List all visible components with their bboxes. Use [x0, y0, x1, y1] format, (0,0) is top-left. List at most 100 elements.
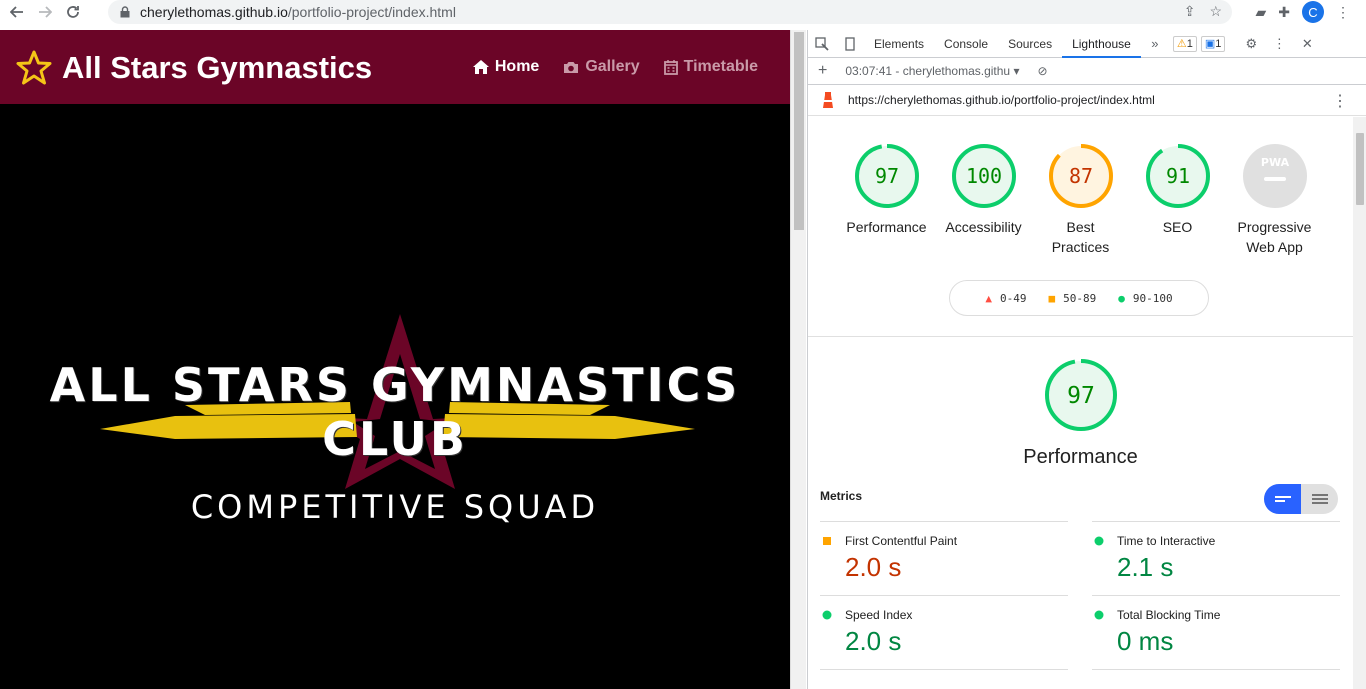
gauge-performance[interactable]: 97 Performance	[838, 143, 935, 257]
url-text: cherylethomas.github.io/portfolio-projec…	[140, 4, 456, 20]
devtools-menu-icon[interactable]: ⋮	[1265, 30, 1293, 58]
issues-icon: ▣	[1204, 37, 1216, 50]
inspect-element-icon[interactable]	[808, 30, 836, 58]
svg-text:91: 91	[1165, 164, 1189, 188]
reload-icon	[67, 6, 79, 18]
report-select[interactable]: 03:07:41 - cherylethomas.githu ▾	[845, 64, 1019, 78]
site-nav: Home Gallery Timetable	[472, 58, 758, 76]
svg-text:PWA: PWA	[1260, 156, 1289, 169]
browser-toolbar: cherylethomas.github.io/portfolio-projec…	[0, 0, 1366, 24]
gauge-ring: 91	[1145, 144, 1210, 208]
pwa-badge-icon: PWA	[1242, 144, 1307, 208]
report-url[interactable]: https://cherylethomas.github.io/portfoli…	[848, 93, 1155, 107]
share-icon[interactable]: ⇪	[1184, 3, 1196, 20]
more-tabs-icon[interactable]: »	[1141, 30, 1169, 58]
svg-text:87: 87	[1068, 164, 1092, 188]
pass-circle-icon	[822, 610, 832, 620]
address-bar[interactable]: cherylethomas.github.io/portfolio-projec…	[108, 0, 1232, 24]
home-icon	[472, 60, 489, 74]
score-legend: ▲ 0-49 ■ 50-89 ● 90-100	[949, 280, 1209, 316]
gauge-seo[interactable]: 91 SEO	[1129, 143, 1226, 257]
gauge-ring: 97	[854, 144, 919, 208]
pass-circle-icon	[1094, 610, 1104, 620]
metrics-heading: Metrics	[820, 489, 863, 503]
metric-fcp: First Contentful Paint 2.0 s	[820, 521, 1068, 583]
kebab-menu-icon[interactable]: ⋮	[1336, 4, 1350, 21]
detailed-view-icon[interactable]	[1301, 484, 1338, 514]
gauge-ring: 100	[951, 144, 1016, 208]
new-report-icon[interactable]: +	[818, 62, 827, 80]
page-scrollbar-thumb[interactable]	[794, 32, 804, 230]
metric-value: 0 ms	[1117, 626, 1174, 656]
devtools-tabbar: Elements Console Sources Lighthouse » ⚠1…	[808, 30, 1366, 58]
issues-badge[interactable]: ▣1	[1200, 35, 1226, 52]
warnings-badge[interactable]: ⚠1	[1172, 35, 1197, 52]
metric-row-partial	[1092, 669, 1340, 689]
profile-avatar[interactable]: C	[1302, 1, 1324, 23]
lighthouse-icon	[823, 92, 833, 108]
report-scrollbar[interactable]	[1353, 117, 1366, 689]
settings-gear-icon[interactable]: ⚙	[1237, 30, 1265, 58]
calendar-icon	[663, 59, 678, 75]
warning-icon: ⚠	[1176, 37, 1187, 50]
puzzle-icon[interactable]: ✚	[1278, 4, 1290, 21]
clear-icon[interactable]: ⊘	[1037, 64, 1047, 78]
gauge-label: Accessibility	[945, 219, 1022, 235]
tab-elements[interactable]: Elements	[864, 30, 934, 58]
metrics-view-toggle[interactable]	[1264, 484, 1338, 514]
bookmark-star-icon[interactable]: ☆	[1209, 3, 1222, 20]
back-button[interactable]	[6, 1, 28, 23]
tab-sources[interactable]: Sources	[998, 30, 1062, 58]
star-icon	[16, 50, 52, 85]
hero-subtitle: COMPETITIVE SQUAD	[190, 488, 600, 526]
performance-title: Performance	[1023, 446, 1138, 468]
camera-icon	[564, 61, 579, 73]
close-devtools-icon[interactable]: ✕	[1293, 30, 1321, 58]
nav-timetable-label: Timetable	[683, 58, 758, 75]
legend-pass: ● 90-100	[1118, 291, 1173, 305]
lighthouse-report: 97 Performance 100 Accessibility 87 Best…	[808, 117, 1353, 689]
lighthouse-toolbar: + 03:07:41 - cherylethomas.githu ▾ ⊘	[808, 58, 1366, 85]
metric-value: 2.1 s	[1117, 552, 1174, 582]
tab-lighthouse[interactable]: Lighthouse	[1062, 30, 1141, 58]
nav-home[interactable]: Home	[472, 58, 540, 76]
nav-gallery-label: Gallery	[585, 58, 640, 75]
forward-button[interactable]	[34, 1, 56, 23]
report-scrollbar-thumb[interactable]	[1356, 133, 1364, 205]
metric-row-partial	[820, 669, 1068, 689]
site-brand[interactable]: All Stars Gymnastics	[16, 50, 372, 86]
nav-gallery[interactable]: Gallery	[563, 58, 640, 76]
device-toggle-icon[interactable]	[836, 30, 864, 58]
section-divider	[808, 336, 1353, 337]
lock-icon	[120, 6, 130, 18]
reload-button[interactable]	[62, 1, 84, 23]
tab-console[interactable]: Console	[934, 30, 998, 58]
page-scrollbar[interactable]	[790, 30, 806, 689]
website-viewport: All Stars Gymnastics Home Gallery Timeta…	[0, 30, 790, 689]
gauge-accessibility[interactable]: 100 Accessibility	[935, 143, 1032, 257]
performance-summary: 97 Performance	[808, 357, 1353, 469]
nav-timetable[interactable]: Timetable	[663, 58, 758, 76]
performance-gauge: 97	[1044, 359, 1117, 431]
hero-section: ALL STARS GYMNASTICS CLUB COMPETITIVE SQ…	[0, 104, 790, 689]
gauge-best-practices[interactable]: 87 Best Practices	[1032, 143, 1129, 257]
metric-value: 2.0 s	[845, 552, 902, 582]
svg-text:97: 97	[1067, 383, 1095, 409]
arrow-right-icon	[39, 6, 52, 18]
gauge-pwa[interactable]: PWA Progressive Web App	[1226, 143, 1323, 257]
metric-speed-index: Speed Index 2.0 s	[820, 595, 1068, 657]
arrow-left-icon	[10, 6, 23, 18]
average-square-icon	[823, 537, 831, 545]
legend-average: ■ 50-89	[1048, 291, 1097, 305]
gauge-label: Progressive Web App	[1237, 219, 1312, 255]
gauge-label: SEO	[1162, 219, 1193, 235]
devtools-panel: Elements Console Sources Lighthouse » ⚠1…	[807, 30, 1366, 689]
metric-tti: Time to Interactive 2.1 s	[1092, 521, 1340, 583]
summary-view-icon[interactable]	[1264, 484, 1301, 514]
hero-title: ALL STARS GYMNASTICS CLUB	[49, 358, 741, 466]
gauge-label: Best Practices	[1051, 219, 1110, 255]
extension-icon[interactable]: ▰	[1255, 4, 1266, 21]
report-menu-icon[interactable]: ⋮	[1332, 91, 1348, 111]
svg-text:97: 97	[874, 164, 898, 188]
nav-home-label: Home	[494, 58, 540, 75]
